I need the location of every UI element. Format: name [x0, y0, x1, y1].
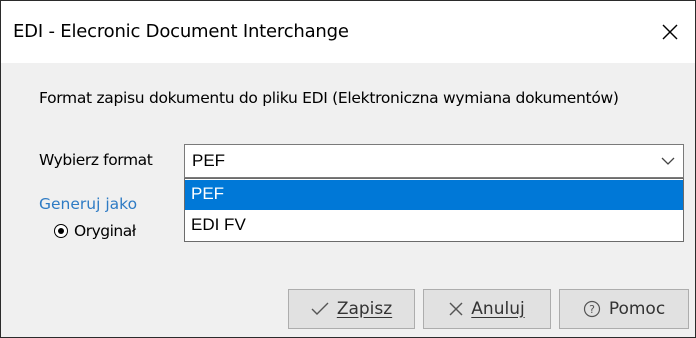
format-option-label: EDI FV — [191, 215, 246, 234]
format-option-label: PEF — [191, 184, 225, 203]
checkmark-icon — [311, 302, 329, 316]
question-circle-icon: ? — [583, 300, 601, 318]
x-icon — [449, 302, 463, 316]
chevron-down-icon — [661, 157, 675, 165]
radio-checked-icon[interactable] — [54, 224, 68, 238]
save-button-label: Zapisz — [336, 299, 393, 319]
help-button-label: Pomoc — [608, 299, 666, 319]
format-select-value: PEF — [192, 151, 226, 170]
cancel-button[interactable]: Anuluj — [423, 289, 551, 329]
save-button[interactable]: Zapisz — [288, 289, 415, 329]
svg-text:?: ? — [589, 303, 595, 316]
format-label: Wybierz format — [39, 151, 153, 169]
format-select[interactable]: PEF — [184, 144, 684, 178]
edi-dialog: EDI - Elecronic Document Interchange For… — [0, 0, 696, 338]
close-icon — [662, 24, 678, 40]
close-button[interactable] — [645, 7, 695, 57]
dialog-title: EDI - Elecronic Document Interchange — [13, 21, 349, 42]
title-bar: EDI - Elecronic Document Interchange — [1, 1, 695, 63]
generate-as-label: Generuj jako — [39, 195, 138, 213]
cancel-button-label: Anuluj — [471, 299, 525, 319]
radio-original-label: Oryginał — [74, 222, 136, 240]
radio-original[interactable]: Oryginał — [54, 220, 146, 242]
description-text: Format zapisu dokumentu do pliku EDI (El… — [39, 89, 619, 107]
help-button[interactable]: ? Pomoc — [559, 289, 689, 329]
format-dropdown-list: PEF EDI FV — [184, 178, 684, 242]
format-option-edi-fv[interactable]: EDI FV — [185, 211, 683, 241]
format-option-pef[interactable]: PEF — [185, 180, 683, 210]
